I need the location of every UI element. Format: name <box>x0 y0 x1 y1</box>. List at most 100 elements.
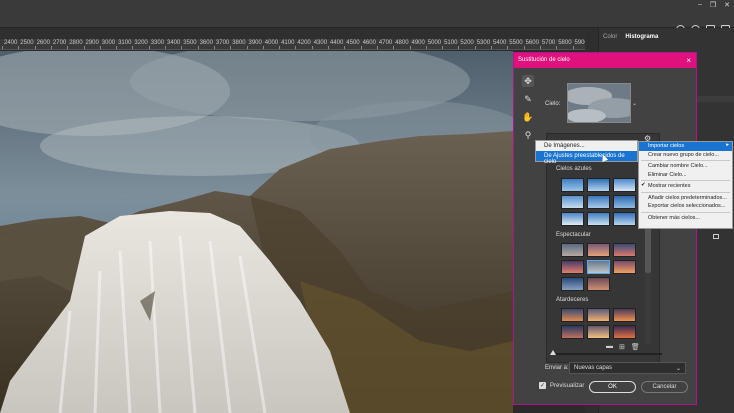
sky-dropdown-chevron-icon[interactable]: ⌄ <box>632 100 637 107</box>
ruler-tick <box>328 46 329 49</box>
tab-histogram[interactable]: Histograma <box>625 34 658 40</box>
ruler-tick <box>409 46 411 49</box>
submenu-arrow-icon: ▸ <box>726 142 729 148</box>
preview-toggle[interactable]: ✓ Previsualizar <box>539 382 584 389</box>
gear-menu-item-label: Crear nuevo grupo de cielo... <box>648 151 719 158</box>
output-value: Nuevas capas <box>574 365 613 371</box>
ruler-tick-label: 5900 <box>574 40 586 46</box>
gear-menu-item[interactable]: Obtener más cielos... <box>639 214 732 223</box>
ruler-tick-label: 3300 <box>150 40 165 46</box>
sky-thumbnail[interactable] <box>587 325 610 339</box>
ruler-tick-label: 4500 <box>346 40 360 46</box>
gear-menu-item[interactable]: Importar cielos ▸ <box>639 142 732 151</box>
ruler-tick <box>311 46 313 49</box>
ruler-tick-label: 5700 <box>541 40 556 46</box>
sky-thumbnail[interactable] <box>561 325 584 339</box>
sky-thumbnail[interactable] <box>561 308 584 322</box>
gear-menu-item[interactable]: Crear nuevo grupo de cielo... <box>639 151 732 160</box>
ruler-tick <box>491 46 492 49</box>
gear-menu-item-label: Añadir cielos predeterminados... <box>648 194 727 201</box>
picker-scroll-track <box>645 273 651 343</box>
gear-menu-item[interactable]: Eliminar Cielo... <box>639 171 732 180</box>
gear-menu-item[interactable]: Añadir cielos predeterminados... <box>639 194 732 203</box>
ruler-tick <box>458 46 460 49</box>
gear-menu-item[interactable]: ✔ Mostrar recientes <box>639 182 732 191</box>
sky-label: Cielo: <box>545 101 561 107</box>
gear-menu-item-label: Importar cielos <box>648 143 685 149</box>
gear-menu-item-label: Obtener más cielos... <box>648 214 700 221</box>
group-spectacular[interactable]: Espectacular <box>556 232 591 238</box>
menu-separator <box>641 180 730 181</box>
checkbox-icon[interactable]: ✓ <box>539 382 546 389</box>
zoom-icon[interactable]: ⚲ <box>522 129 534 141</box>
ruler-tick-label: 2400 <box>4 40 18 46</box>
sky-thumbnail-selected[interactable] <box>587 260 610 274</box>
picker-size-slider[interactable] <box>550 350 662 355</box>
move-sky-icon[interactable]: ✥ <box>522 75 534 87</box>
hand-icon[interactable]: ✋ <box>522 111 534 123</box>
minimize-icon[interactable]: – <box>698 1 702 9</box>
ruler-tick-label: 3000 <box>101 40 116 46</box>
restore-icon[interactable]: ❐ <box>710 1 716 9</box>
ruler-tick <box>262 46 264 49</box>
menu-bar: – ❐ ✕ <box>0 0 734 10</box>
ruler-tick-label: 2800 <box>69 40 83 46</box>
ruler-tick-label: 2600 <box>36 40 50 46</box>
slider-knob[interactable] <box>550 350 556 355</box>
sky-thumbnail[interactable] <box>613 243 636 257</box>
sky-thumbnail[interactable] <box>587 243 610 257</box>
image-canvas[interactable] <box>0 51 513 413</box>
ruler-tick-label: 4400 <box>330 40 344 46</box>
sky-thumbnail[interactable] <box>613 308 636 322</box>
ruler-tick-label: 3700 <box>215 40 230 46</box>
sky-thumbnail[interactable] <box>613 212 636 226</box>
sky-thumbnail[interactable] <box>561 212 584 226</box>
sky-thumbnail[interactable] <box>587 195 610 209</box>
ruler-tick-label: 3200 <box>134 40 148 46</box>
lock-icon[interactable] <box>713 234 719 239</box>
sky-thumbnail[interactable] <box>561 178 584 192</box>
sky-thumbnail[interactable] <box>587 308 610 322</box>
close-icon[interactable]: × <box>686 56 691 65</box>
sky-thumbnail[interactable] <box>561 277 584 291</box>
add-icon[interactable]: ⊞ <box>619 343 625 351</box>
sky-thumbnail[interactable] <box>587 277 610 291</box>
ruler-tick <box>376 46 378 49</box>
ok-button[interactable]: OK <box>589 381 636 393</box>
ruler-tick <box>83 46 85 49</box>
sky-thumbnail[interactable] <box>587 178 610 192</box>
sky-preview-thumbnail[interactable] <box>567 83 631 123</box>
sky-thumbnail[interactable] <box>561 195 584 209</box>
sky-thumbnail[interactable] <box>561 243 584 257</box>
check-icon: ✔ <box>641 182 646 188</box>
group-blue-skies[interactable]: Cielos azules <box>556 166 592 172</box>
sky-thumbnail[interactable] <box>613 325 636 339</box>
ruler-tick <box>18 46 20 49</box>
sky-thumbnail[interactable] <box>587 212 610 226</box>
tab-color[interactable]: Color <box>603 34 617 40</box>
menu-item-from-images[interactable]: De Imágenes... <box>536 141 637 151</box>
cancel-button[interactable]: Cancelar <box>641 381 688 393</box>
sky-brush-icon[interactable]: ✎ <box>522 93 534 105</box>
trash-icon[interactable]: 🗑 <box>631 343 640 351</box>
ruler-tick <box>246 46 248 49</box>
waterfall-photo <box>0 51 513 413</box>
ruler-tick-label: 2500 <box>20 40 34 46</box>
sky-thumbnail[interactable] <box>613 260 636 274</box>
ruler-tick <box>197 46 199 49</box>
ruler-tick <box>523 46 525 49</box>
sky-thumbnail[interactable] <box>613 195 636 209</box>
sky-thumbnail[interactable] <box>561 260 584 274</box>
gear-menu-item[interactable]: Exportar cielos seleccionados... <box>639 202 732 211</box>
output-select[interactable]: Nuevas capas ⌄ <box>569 362 686 374</box>
ruler-tick-label: 5100 <box>444 40 458 46</box>
ruler-tick-label: 5500 <box>509 40 523 46</box>
folder-icon[interactable]: ▬ <box>606 343 613 351</box>
ruler-tick-label: 5400 <box>493 40 507 46</box>
menu-item-from-presets[interactable]: De Ajustes preestablecidos de cielo <box>536 151 637 165</box>
sky-thumbnail[interactable] <box>613 178 636 192</box>
group-sunsets[interactable]: Atardeceres <box>556 297 588 303</box>
ruler-tick <box>148 46 150 49</box>
gear-menu-item[interactable]: Cambiar nombre Cielo... <box>639 162 732 171</box>
close-window-icon[interactable]: ✕ <box>724 1 730 9</box>
